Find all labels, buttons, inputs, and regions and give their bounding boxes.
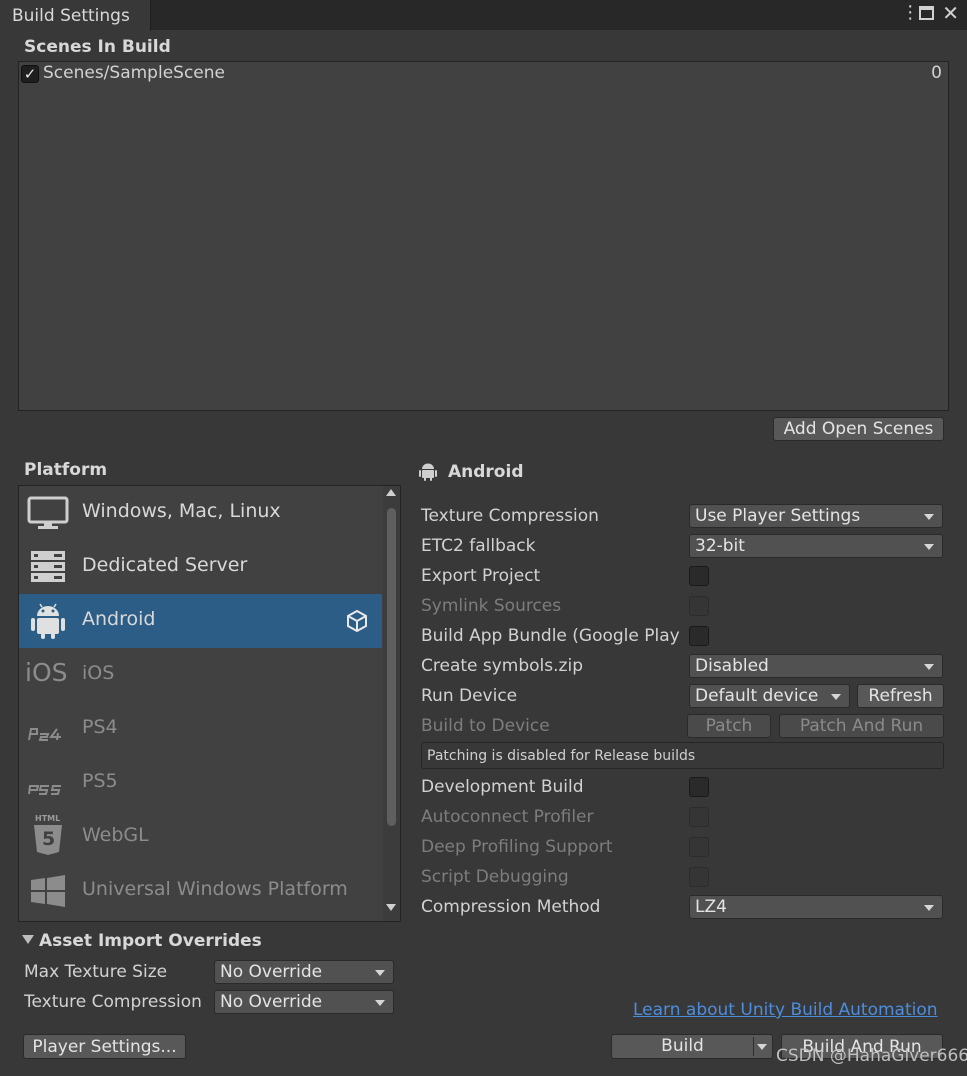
android-icon bbox=[31, 603, 65, 639]
close-icon[interactable]: ✕ bbox=[942, 3, 959, 23]
ps4-icon bbox=[28, 728, 61, 741]
more-options-icon[interactable]: ⋮ bbox=[901, 3, 919, 23]
android-icon bbox=[419, 463, 437, 481]
scene-row[interactable]: ✓ Scenes/SampleScene 0 bbox=[19, 62, 948, 86]
create-symbols-dropdown[interactable]: Disabled bbox=[689, 654, 943, 678]
platform-item-windows-mac-linux[interactable]: Windows, Mac, Linux bbox=[19, 486, 382, 540]
script-debugging-checkbox[interactable] bbox=[689, 867, 709, 887]
texture-compression-dropdown[interactable]: Use Player Settings bbox=[689, 504, 943, 528]
platform-item-ps5[interactable]: PS5 bbox=[19, 756, 382, 810]
override-texture-compression-dropdown[interactable]: No Override bbox=[214, 990, 394, 1014]
platform-label: iOS bbox=[82, 662, 115, 684]
scroll-thumb[interactable] bbox=[387, 508, 396, 826]
patch-info-box: Patching is disabled for Release builds bbox=[421, 742, 944, 769]
max-texture-size-dropdown[interactable]: No Override bbox=[214, 960, 394, 984]
scenes-list[interactable]: ✓ Scenes/SampleScene 0 bbox=[18, 61, 949, 411]
android-settings-title: Android bbox=[448, 462, 524, 482]
deep-profiling-label: Deep Profiling Support bbox=[421, 837, 613, 857]
etc2-fallback-label: ETC2 fallback bbox=[421, 536, 536, 556]
autoconnect-profiler-label: Autoconnect Profiler bbox=[421, 807, 594, 827]
html5-icon: HTML 5 bbox=[33, 814, 65, 860]
scene-checkbox[interactable]: ✓ bbox=[21, 65, 39, 83]
build-split-button[interactable]: Build bbox=[611, 1034, 773, 1059]
learn-build-automation-link[interactable]: Learn about Unity Build Automation bbox=[633, 1000, 938, 1020]
ps5-icon bbox=[28, 785, 61, 795]
platform-item-dedicated-server[interactable]: Dedicated Server bbox=[19, 540, 382, 594]
development-build-label: Development Build bbox=[421, 777, 584, 797]
override-texture-compression-label: Texture Compression bbox=[24, 992, 202, 1012]
platform-title: Platform bbox=[24, 460, 108, 480]
scroll-down-icon[interactable] bbox=[386, 904, 396, 911]
create-symbols-label: Create symbols.zip bbox=[421, 656, 583, 676]
scene-name: Scenes/SampleScene bbox=[43, 63, 225, 83]
platform-label: Dedicated Server bbox=[82, 554, 248, 576]
scene-index: 0 bbox=[931, 63, 942, 83]
monitor-icon bbox=[27, 496, 69, 529]
compression-method-label: Compression Method bbox=[421, 897, 601, 917]
ios-icon: iOS bbox=[25, 658, 68, 687]
build-app-bundle-checkbox[interactable] bbox=[689, 626, 709, 646]
patch-button[interactable]: Patch bbox=[687, 714, 771, 738]
platform-label: Android bbox=[82, 608, 156, 630]
deep-profiling-checkbox[interactable] bbox=[689, 837, 709, 857]
run-device-dropdown[interactable]: Default device bbox=[689, 684, 850, 708]
build-app-bundle-label: Build App Bundle (Google Play bbox=[421, 626, 680, 646]
refresh-button[interactable]: Refresh bbox=[857, 684, 944, 708]
platform-item-uwp[interactable]: Universal Windows Platform bbox=[19, 864, 382, 918]
platform-scrollbar[interactable] bbox=[383, 486, 400, 921]
development-build-checkbox[interactable] bbox=[689, 777, 709, 797]
maximize-icon[interactable] bbox=[919, 6, 935, 20]
platform-label: PS4 bbox=[82, 716, 118, 738]
window-controls: ⋮ ✕ bbox=[901, 3, 959, 24]
platform-label: PS5 bbox=[82, 770, 118, 792]
etc2-fallback-dropdown[interactable]: 32-bit bbox=[689, 534, 943, 558]
platform-label: Universal Windows Platform bbox=[82, 878, 348, 900]
compression-method-dropdown[interactable]: LZ4 bbox=[689, 895, 943, 919]
unity-logo-icon bbox=[347, 610, 367, 632]
run-device-label: Run Device bbox=[421, 686, 518, 706]
texture-compression-label: Texture Compression bbox=[421, 506, 599, 526]
scroll-up-icon[interactable] bbox=[386, 489, 396, 496]
build-to-device-label: Build to Device bbox=[421, 716, 550, 736]
window-tab[interactable]: Build Settings bbox=[0, 0, 151, 31]
platform-item-android[interactable]: Android bbox=[19, 594, 382, 648]
split-divider bbox=[753, 1037, 754, 1056]
max-texture-size-label: Max Texture Size bbox=[24, 962, 168, 982]
windows-icon bbox=[31, 875, 65, 907]
platform-item-ios[interactable]: iOS iOS bbox=[19, 648, 382, 702]
symlink-sources-label: Symlink Sources bbox=[421, 596, 562, 616]
server-icon bbox=[31, 551, 65, 582]
platform-item-webgl[interactable]: HTML 5 WebGL bbox=[19, 810, 382, 864]
asset-overrides-title[interactable]: Asset Import Overrides bbox=[39, 931, 262, 951]
platform-item-ps4[interactable]: PS4 bbox=[19, 702, 382, 756]
build-options-arrow-icon[interactable] bbox=[757, 1044, 767, 1050]
scenes-title: Scenes In Build bbox=[24, 37, 171, 57]
platform-list[interactable]: Windows, Mac, Linux Dedicated Server And… bbox=[18, 485, 401, 922]
script-debugging-label: Script Debugging bbox=[421, 867, 569, 887]
build-button[interactable]: Build bbox=[612, 1035, 753, 1058]
platform-label: WebGL bbox=[82, 824, 149, 846]
window-title: Build Settings bbox=[12, 6, 130, 26]
export-project-checkbox[interactable] bbox=[689, 566, 709, 586]
foldout-arrow-icon[interactable] bbox=[22, 935, 34, 944]
watermark: CSDN @HahaGiver666 bbox=[776, 1046, 967, 1066]
player-settings-button[interactable]: Player Settings... bbox=[23, 1034, 186, 1059]
symlink-sources-checkbox[interactable] bbox=[689, 596, 709, 616]
patch-and-run-button[interactable]: Patch And Run bbox=[779, 714, 944, 738]
add-open-scenes-button[interactable]: Add Open Scenes bbox=[773, 417, 944, 441]
autoconnect-profiler-checkbox[interactable] bbox=[689, 807, 709, 827]
export-project-label: Export Project bbox=[421, 566, 541, 586]
platform-label: Windows, Mac, Linux bbox=[82, 500, 281, 522]
